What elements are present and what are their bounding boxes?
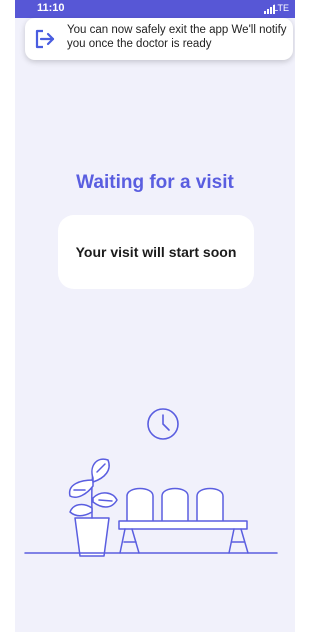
bench-icon (118, 487, 249, 554)
page-title: Waiting for a visit (76, 172, 234, 193)
status-card-text: Your visit will start soon (75, 244, 237, 260)
network-label: LTE (273, 3, 289, 13)
notification-toast[interactable]: You can now safely exit the app We'll no… (25, 18, 293, 60)
plant-icon (68, 458, 118, 557)
exit-icon (35, 29, 55, 49)
notification-message: You can now safely exit the app We'll no… (67, 24, 287, 50)
waiting-room-illustration (24, 408, 278, 557)
phone-screen: 11:10 LTE You can now safely exit the ap… (15, 0, 295, 632)
status-card: Your visit will start soon (58, 215, 254, 289)
status-time: 11:10 (37, 2, 65, 14)
clock-icon (147, 408, 179, 440)
status-bar: 11:10 LTE (15, 0, 295, 18)
